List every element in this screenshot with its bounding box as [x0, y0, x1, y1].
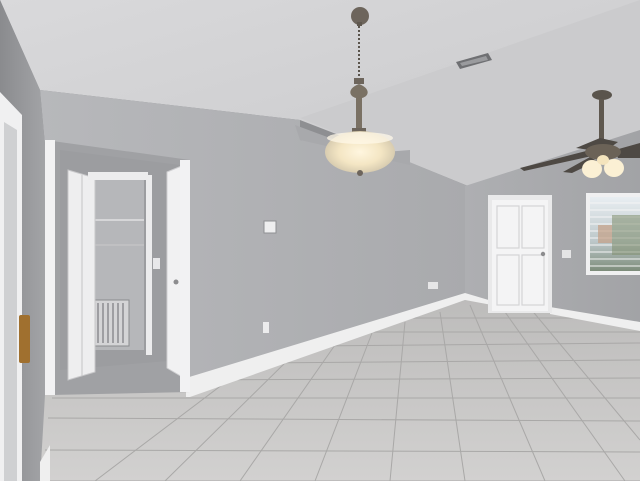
window — [586, 193, 640, 275]
door-knob[interactable] — [173, 279, 179, 285]
light-switch[interactable] — [153, 258, 160, 269]
front-door-knob[interactable] — [540, 251, 546, 257]
wall-outlet — [263, 322, 269, 333]
front-door[interactable] — [488, 195, 552, 313]
hallway-opening — [45, 140, 190, 395]
room-illustration — [0, 0, 640, 481]
wall-outlet — [428, 282, 438, 289]
door-handle[interactable] — [19, 315, 30, 363]
thermostat-icon[interactable] — [263, 220, 277, 234]
wall-outlet — [562, 250, 571, 258]
room-photo — [0, 0, 640, 481]
